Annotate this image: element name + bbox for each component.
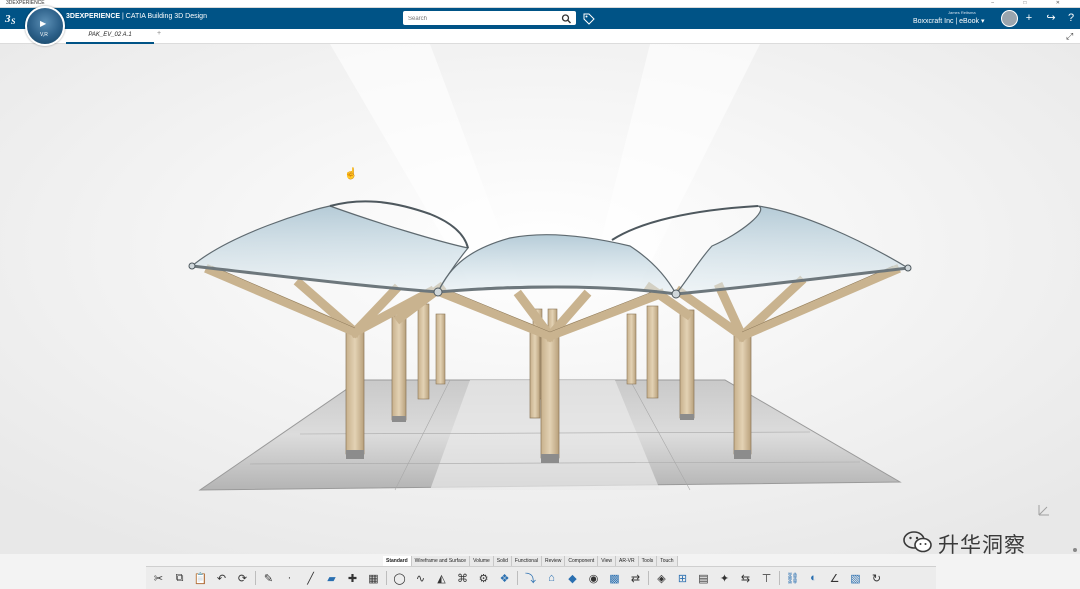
plane-icon[interactable]: ▰ [323,570,340,587]
brand-app: | CATIA Building 3D Design [120,13,207,20]
tag-icon[interactable] [583,12,595,25]
window-controls[interactable]: – □ ✕ [991,0,1074,7]
tab-bar [0,29,1080,44]
tab-touch[interactable]: Touch [657,556,678,566]
dimension-icon[interactable]: ⊤ [758,570,775,587]
window-title-bar: 3DEXPERIENCE – □ ✕ [0,0,1080,8]
mouse-cursor-icon: ☝ [344,168,358,180]
fill-icon[interactable]: ◆ [564,570,581,587]
transform-icon[interactable]: ⇄ [627,570,644,587]
split-icon[interactable]: ◈ [653,570,670,587]
toolbar-separator [779,571,780,585]
compass-label: V,R [40,32,48,38]
axis-system-icon[interactable]: ✚ [344,570,361,587]
collab-space-selector[interactable]: Boxxcraft Inc | eBook ▾ [913,17,984,25]
canopy-model [0,44,1080,554]
play-icon: ▶ [40,19,47,28]
sweep-icon[interactable]: ❖ [496,570,513,587]
tab-volume[interactable]: Volume [470,556,494,566]
watermark: 升华洞察 [898,527,1048,557]
action-bar-toolbar: ✂ ⧉ 📋 ↶ ⟳ ✎ · ╱ ▰ ✚ ▦ ◯ ∿ ◭ ⌘ ⚙ ❖ ⤵ ⌂ ◆ ◉ ▩ ⇄ ◈ ⊞ ▤ ✦ ⇆ ⊤ ⛓ ◐ ∠ ▧ ↻ [146,566,936,589]
search-icon[interactable] [561,12,572,24]
render-icon[interactable]: ◐ [805,570,822,587]
spline-icon[interactable]: ∿ [412,570,429,587]
ramp-icon[interactable]: ◭ [433,570,450,587]
tab-solid[interactable]: Solid [493,556,512,566]
add-icon[interactable]: + [1022,11,1036,25]
svg-text:S: S [11,17,16,26]
axis-triad-icon[interactable] [1036,502,1052,518]
update-icon[interactable]: ⟳ [234,570,251,587]
svg-text:3: 3 [4,13,11,25]
circle-icon[interactable]: ◯ [391,570,408,587]
action-bar-tabs: Standard Wireframe and Surface Volume Solid… [383,556,678,566]
app-brand: 3DEXPERIENCE | CATIA Building 3D Design [66,13,207,20]
pipe-icon[interactable]: ⤵ [522,570,539,587]
search-box[interactable] [403,11,576,25]
table-icon[interactable]: ▤ [695,570,712,587]
tab-component[interactable]: Component [565,556,599,566]
fullscreen-icon[interactable]: ⤢ [1066,31,1076,41]
help-icon[interactable]: ? [1064,11,1078,25]
cut-icon[interactable]: ✂ [150,570,167,587]
house-icon[interactable]: ⌂ [543,570,560,587]
toolbar-separator [648,571,649,585]
tab-view[interactable]: View [598,556,616,566]
line-icon[interactable]: ╱ [302,570,319,587]
user-name: James Reitsma [948,10,976,15]
array-icon[interactable]: ▩ [606,570,623,587]
toolbar-separator [255,571,256,585]
search-input[interactable] [406,12,560,25]
toolbar-separator [386,571,387,585]
view-icon[interactable]: ◉ [585,570,602,587]
share-icon[interactable]: ↪ [1044,11,1058,25]
avatar[interactable] [1001,10,1018,27]
tab-document[interactable]: PAK_EV_02 A.1 [66,29,154,44]
wechat-icon [903,531,932,553]
more-icon[interactable]: ↻ [868,570,885,587]
wand-icon[interactable]: ✦ [716,570,733,587]
undo-icon[interactable]: ↶ [213,570,230,587]
paste-icon[interactable]: 📋 [192,570,209,587]
tab-wireframe-and-surface[interactable]: Wireframe and Surface [411,556,471,566]
copy-icon[interactable]: ⧉ [171,570,188,587]
tab-review[interactable]: Review [541,556,566,566]
ds-logo-icon: 3S [4,10,20,26]
link-icon[interactable]: ⛓ [784,570,801,587]
new-tab-button[interactable]: + [157,30,161,37]
sketch-icon[interactable]: ✎ [260,570,277,587]
3d-viewport[interactable] [0,44,1080,554]
beam-icon[interactable]: ⌘ [454,570,471,587]
compass-widget[interactable]: ▶ V,R [25,6,65,46]
tab-standard[interactable]: Standard [383,556,412,566]
tab-ar-vr[interactable]: AR-VR [616,556,639,566]
point-icon[interactable]: · [281,570,298,587]
swap-icon[interactable]: ⇆ [737,570,754,587]
tab-tools[interactable]: Tools [638,556,658,566]
pattern-icon[interactable]: ⚙ [475,570,492,587]
tab-functional[interactable]: Functional [511,556,542,566]
analysis-icon[interactable]: ∠ [826,570,843,587]
grid-icon[interactable]: ▦ [365,570,382,587]
brand-platform: 3DEXPERIENCE [66,13,121,20]
measure-icon[interactable]: ⊞ [674,570,691,587]
texture-icon[interactable]: ▧ [847,570,864,587]
scroll-indicator[interactable] [1073,548,1077,552]
watermark-text: 升华洞察 [938,533,1026,557]
toolbar-separator [517,571,518,585]
